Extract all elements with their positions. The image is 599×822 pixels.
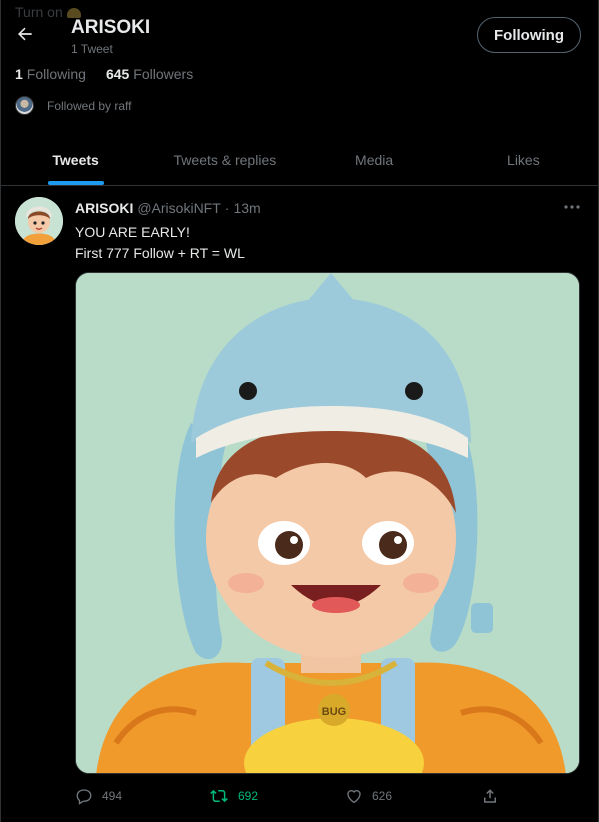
tab-tweets-replies[interactable]: Tweets & replies (150, 134, 299, 185)
followers-label: Followers (133, 66, 194, 82)
author-name[interactable]: ARISOKI (75, 200, 133, 216)
tweet-count: 1 Tweet (71, 42, 113, 56)
author-avatar[interactable] (15, 197, 63, 245)
shark-hat-character-illustration: BUG (76, 273, 579, 773)
tweet[interactable]: ARISOKI @ArisokiNFT · 13m YOU ARE EARLY!… (1, 187, 598, 822)
tab-label: Likes (507, 151, 540, 168)
avatar-illustration (15, 197, 63, 245)
back-button[interactable] (11, 20, 39, 48)
following-stat[interactable]: 1 Following (15, 66, 86, 82)
share-icon (484, 789, 496, 803)
followed-by-text: Followed by raff (47, 98, 132, 113)
more-dots-icon (564, 205, 580, 209)
follower-avatar (15, 96, 34, 115)
followers-stat[interactable]: 645 Followers (106, 66, 193, 82)
author-handle[interactable]: @ArisokiNFT (137, 200, 220, 216)
following-count: 1 (15, 66, 23, 82)
tweet-media-image[interactable]: BUG (75, 272, 580, 774)
followed-by[interactable]: Followed by raff (15, 96, 132, 115)
retweet-button[interactable]: 692 (209, 787, 258, 805)
tab-tweets[interactable]: Tweets (1, 134, 150, 185)
like-count: 626 (372, 789, 393, 803)
tweet-time[interactable]: 13m (233, 200, 260, 216)
retweet-count: 692 (238, 789, 259, 803)
reply-icon (76, 789, 92, 805)
profile-tabs: Tweets Tweets & replies Media Likes (1, 134, 598, 186)
reply-count: 494 (102, 789, 123, 803)
tab-likes[interactable]: Likes (449, 134, 598, 185)
necklace-badge-text: BUG (322, 706, 346, 718)
tweet-text: YOU ARE EARLY! First 777 Follow + RT = W… (75, 222, 245, 264)
like-button[interactable]: 626 (345, 787, 392, 805)
tab-media[interactable]: Media (300, 134, 449, 185)
follow-stats: 1 Following 645 Followers (15, 66, 193, 82)
following-label: Following (26, 66, 86, 82)
tweet-header: ARISOKI @ArisokiNFT · 13m (75, 200, 261, 216)
profile-header: ARISOKI 1 Tweet Following (1, 0, 598, 58)
following-button[interactable]: Following (477, 17, 581, 53)
share-button[interactable] (481, 787, 499, 805)
more-options-button[interactable] (561, 197, 583, 217)
followers-count: 645 (105, 66, 130, 82)
app-frame: Turn on ARISOKI 1 Tweet Following 1 Follo… (0, 0, 599, 822)
tab-label: Tweets & replies (173, 151, 277, 168)
time-separator: · (224, 200, 230, 216)
profile-title: ARISOKI (71, 17, 151, 38)
tab-label: Media (355, 151, 394, 168)
retweet-icon (210, 789, 228, 803)
tweet-actions: 494 692 626 (75, 787, 505, 811)
reply-button[interactable]: 494 (75, 787, 122, 805)
tab-label: Tweets (52, 151, 99, 168)
tweet-line: First 777 Follow + RT = WL (75, 245, 245, 261)
tweet-line: YOU ARE EARLY! (75, 224, 190, 240)
arrow-left-icon (18, 27, 32, 41)
heart-icon (347, 790, 361, 804)
